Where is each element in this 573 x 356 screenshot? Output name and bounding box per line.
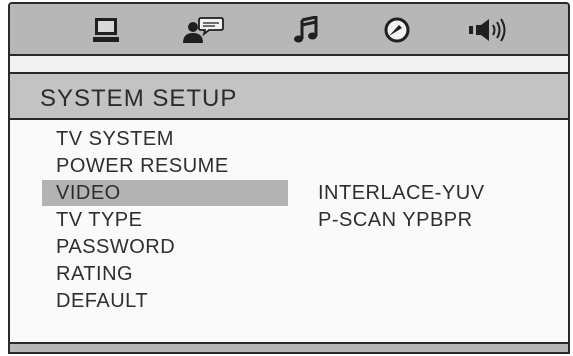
menu-item-power-resume[interactable]: POWER RESUME xyxy=(42,153,288,179)
setup-menu-panel: SYSTEM SETUP TV SYSTEM POWER RESUME VIDE… xyxy=(8,2,570,354)
menu-item-rating[interactable]: RATING xyxy=(42,261,288,287)
menu-item-default[interactable]: DEFAULT xyxy=(42,288,288,314)
page-title: SYSTEM SETUP xyxy=(40,85,238,112)
tab-video[interactable] xyxy=(374,12,420,48)
separator-strip xyxy=(10,56,568,74)
tab-system[interactable] xyxy=(83,12,129,48)
submenu-option-interlace-yuv[interactable]: INTERLACE-YUV xyxy=(318,180,485,206)
tab-audio[interactable] xyxy=(283,12,329,48)
setup-menu: TV SYSTEM POWER RESUME VIDEO TV TYPE PAS… xyxy=(10,122,568,346)
tab-volume[interactable] xyxy=(465,12,511,48)
menu-item-tv-system[interactable]: TV SYSTEM xyxy=(42,126,288,152)
speaker-person-icon xyxy=(183,17,224,43)
dial-icon xyxy=(384,17,410,43)
menu-item-tv-type[interactable]: TV TYPE xyxy=(42,207,288,233)
menu-item-password[interactable]: PASSWORD xyxy=(42,234,288,260)
music-note-icon xyxy=(294,16,318,43)
footer-bar xyxy=(10,342,568,352)
volume-icon xyxy=(469,18,506,42)
title-bar: SYSTEM SETUP xyxy=(10,74,568,120)
monitor-icon xyxy=(93,18,119,42)
menu-item-video[interactable]: VIDEO xyxy=(42,180,288,206)
tab-language[interactable] xyxy=(180,12,226,48)
category-tab-bar xyxy=(10,4,568,56)
submenu-option-p-scan-ypbpr[interactable]: P-SCAN YPBPR xyxy=(318,207,473,233)
